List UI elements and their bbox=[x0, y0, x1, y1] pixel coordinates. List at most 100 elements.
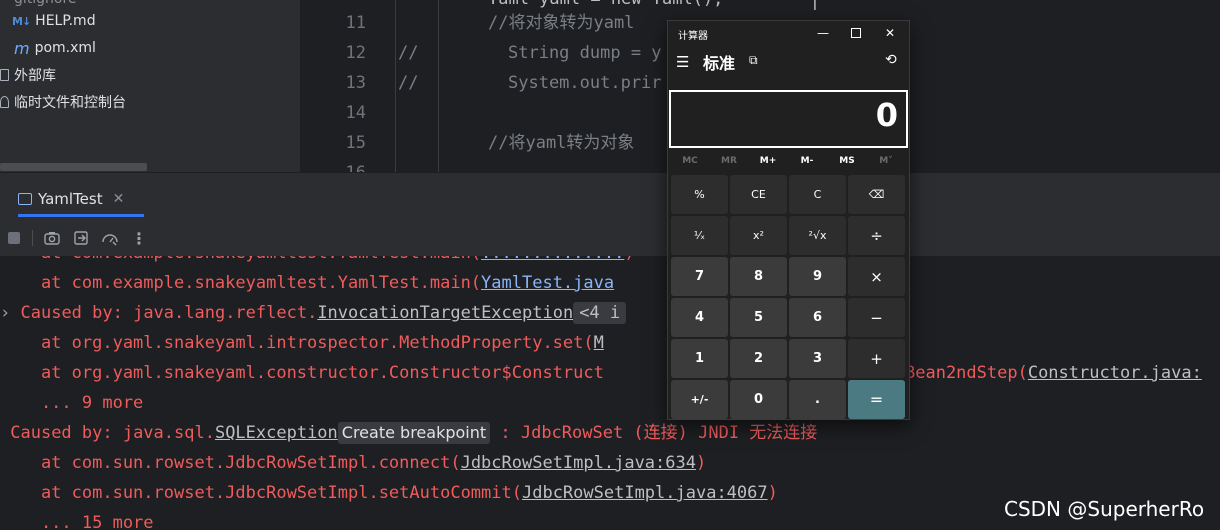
console-line: at com.sun.rowset.JdbcRowSetImpl.connect… bbox=[0, 453, 707, 473]
comment-prefix: // bbox=[398, 73, 419, 93]
digit-5-button[interactable]: 5 bbox=[730, 298, 787, 337]
exit-icon bbox=[74, 231, 88, 245]
display-value: 0 bbox=[875, 96, 898, 134]
equals-button[interactable]: = bbox=[848, 380, 905, 419]
console-line: › Caused by: java.lang.reflect.Invocatio… bbox=[0, 298, 627, 328]
line-number: 15 bbox=[345, 133, 366, 153]
percent-button[interactable]: % bbox=[671, 175, 728, 214]
tree-item-external-libraries[interactable]: 外部库 bbox=[0, 62, 56, 88]
digit-7-button[interactable]: 7 bbox=[671, 257, 728, 296]
exception-link[interactable]: InvocationTargetException bbox=[317, 303, 573, 323]
code-line-15: //将yaml转为对象 bbox=[488, 133, 635, 153]
calculator-titlebar[interactable]: 计算器 — ✕ bbox=[668, 21, 909, 45]
indent-guide bbox=[395, 0, 396, 172]
history-icon[interactable]: ⟲ bbox=[885, 52, 897, 68]
tab-yamltest[interactable]: YamlTest ✕ bbox=[18, 181, 124, 217]
digit-9-button[interactable]: 9 bbox=[789, 257, 846, 296]
source-link[interactable]: YamlTest.java bbox=[481, 273, 614, 293]
line-number: 13 bbox=[345, 73, 366, 93]
digit-2-button[interactable]: 2 bbox=[730, 339, 787, 378]
calculator-header: ☰ 标准 ⧉ ⟲ bbox=[668, 47, 909, 77]
console-line: ... 9 more bbox=[0, 393, 144, 413]
console-icon bbox=[18, 193, 32, 205]
console-line: at org.yaml.snakeyaml.constructor.Constr… bbox=[0, 363, 1202, 383]
mode-title: 标准 bbox=[703, 54, 736, 73]
multiply-button[interactable]: × bbox=[848, 257, 905, 296]
stop-button[interactable] bbox=[2, 226, 26, 250]
scratch-icon bbox=[0, 96, 9, 108]
memory-subtract-button[interactable]: M- bbox=[788, 151, 826, 171]
more-options-button[interactable]: ⋮ bbox=[127, 226, 151, 250]
console-line: at com.example.snakeyamltest.YamlTest.ma… bbox=[0, 273, 615, 293]
close-icon[interactable]: ✕ bbox=[113, 191, 125, 207]
tree-item-scratches[interactable]: 临时文件和控制台 bbox=[0, 89, 126, 115]
keep-on-top-icon[interactable]: ⧉ bbox=[749, 53, 758, 68]
calculator-window: 计算器 — ✕ ☰ 标准 ⧉ ⟲ 0 MC MR M+ M- MS M˅ % C… bbox=[667, 20, 910, 420]
console-line: ... 15 more bbox=[0, 513, 154, 530]
digit-6-button[interactable]: 6 bbox=[789, 298, 846, 337]
screenshot-button[interactable] bbox=[40, 226, 64, 250]
negate-button[interactable]: +/- bbox=[671, 380, 728, 419]
console-line: Caused by: java.sql.SQLException Create b… bbox=[10, 422, 818, 444]
minimize-button[interactable]: — bbox=[808, 24, 838, 42]
clear-entry-button[interactable]: CE bbox=[730, 175, 787, 214]
digit-1-button[interactable]: 1 bbox=[671, 339, 728, 378]
window-title: 计算器 bbox=[678, 31, 708, 42]
memory-store-button[interactable]: MS bbox=[828, 151, 866, 171]
clear-button[interactable]: C bbox=[789, 175, 846, 214]
line-number: 11 bbox=[345, 13, 366, 33]
subtract-button[interactable]: − bbox=[848, 298, 905, 337]
source-link[interactable]: M bbox=[594, 333, 604, 353]
more-icon: ⋮ bbox=[131, 228, 147, 248]
digit-0-button[interactable]: 0 bbox=[730, 380, 787, 419]
maven-icon: m bbox=[14, 38, 30, 58]
tree-item-help-md[interactable]: M↓ HELP.md bbox=[12, 8, 96, 34]
digit-3-button[interactable]: 3 bbox=[789, 339, 846, 378]
reciprocal-button[interactable]: ¹⁄ₓ bbox=[671, 216, 728, 255]
hamburger-menu-icon[interactable]: ☰ bbox=[676, 53, 689, 71]
console-line: at com.sun.rowset.JdbcRowSetImpl.setAuto… bbox=[0, 483, 778, 503]
code-line-12: String dump = y bbox=[508, 43, 662, 63]
chevron-right-icon[interactable]: › bbox=[0, 303, 10, 323]
line-number: 12 bbox=[345, 43, 366, 63]
decimal-button[interactable]: . bbox=[789, 380, 846, 419]
horizontal-scrollbar[interactable] bbox=[0, 163, 147, 171]
memory-list-button[interactable]: M˅ bbox=[867, 151, 905, 171]
exception-link[interactable]: SQLException bbox=[215, 423, 338, 443]
profiler-icon bbox=[102, 234, 118, 246]
profiler-button[interactable] bbox=[98, 226, 122, 250]
watermark: CSDN @SuperherRo bbox=[1004, 497, 1205, 521]
backspace-button[interactable]: ⌫ bbox=[848, 175, 905, 214]
source-link[interactable]: Constructor.java: bbox=[1028, 363, 1202, 383]
create-breakpoint-button[interactable]: Create breakpoint bbox=[337, 422, 491, 444]
maximize-button[interactable] bbox=[841, 24, 871, 42]
divide-button[interactable]: ÷ bbox=[848, 216, 905, 255]
toolbar-divider bbox=[32, 230, 33, 246]
source-link[interactable]: JdbcRowSetImpl.java:4067 bbox=[522, 483, 768, 503]
square-button[interactable]: x² bbox=[730, 216, 787, 255]
memory-recall-button[interactable]: MR bbox=[710, 151, 748, 171]
project-tree-panel: gitignore M↓ HELP.md m pom.xml 外部库 临时文件和… bbox=[0, 0, 300, 172]
folded-frames-badge[interactable]: <4 i bbox=[573, 302, 627, 324]
run-tool-window-header: YamlTest ✕ bbox=[0, 172, 1220, 221]
memory-clear-button[interactable]: MC bbox=[671, 151, 709, 171]
run-toolbar: ⋮ bbox=[0, 220, 1220, 256]
text-cursor-icon: I bbox=[813, 0, 817, 14]
console-output[interactable]: at com.example.snakeyamltest.YamlTest.ma… bbox=[0, 256, 1220, 530]
exit-button[interactable] bbox=[69, 226, 93, 250]
camera-icon bbox=[44, 232, 60, 245]
console-line-partial: at com.example.snakeyamltest.YamlTest.ma… bbox=[0, 256, 635, 268]
digit-8-button[interactable]: 8 bbox=[730, 257, 787, 296]
close-button[interactable]: ✕ bbox=[875, 24, 905, 42]
source-link[interactable]: JdbcRowSetImpl.java:634 bbox=[461, 453, 696, 473]
indent-guide bbox=[438, 0, 439, 172]
tree-item-pom-xml[interactable]: m pom.xml bbox=[14, 35, 96, 61]
library-icon bbox=[0, 69, 9, 81]
digit-4-button[interactable]: 4 bbox=[671, 298, 728, 337]
minimize-icon: — bbox=[817, 26, 829, 40]
code-line-13: System.out.prir bbox=[508, 73, 662, 93]
stop-icon bbox=[8, 232, 20, 244]
square-root-button[interactable]: ²√x bbox=[789, 216, 846, 255]
memory-add-button[interactable]: M+ bbox=[749, 151, 787, 171]
add-button[interactable]: + bbox=[848, 339, 905, 378]
